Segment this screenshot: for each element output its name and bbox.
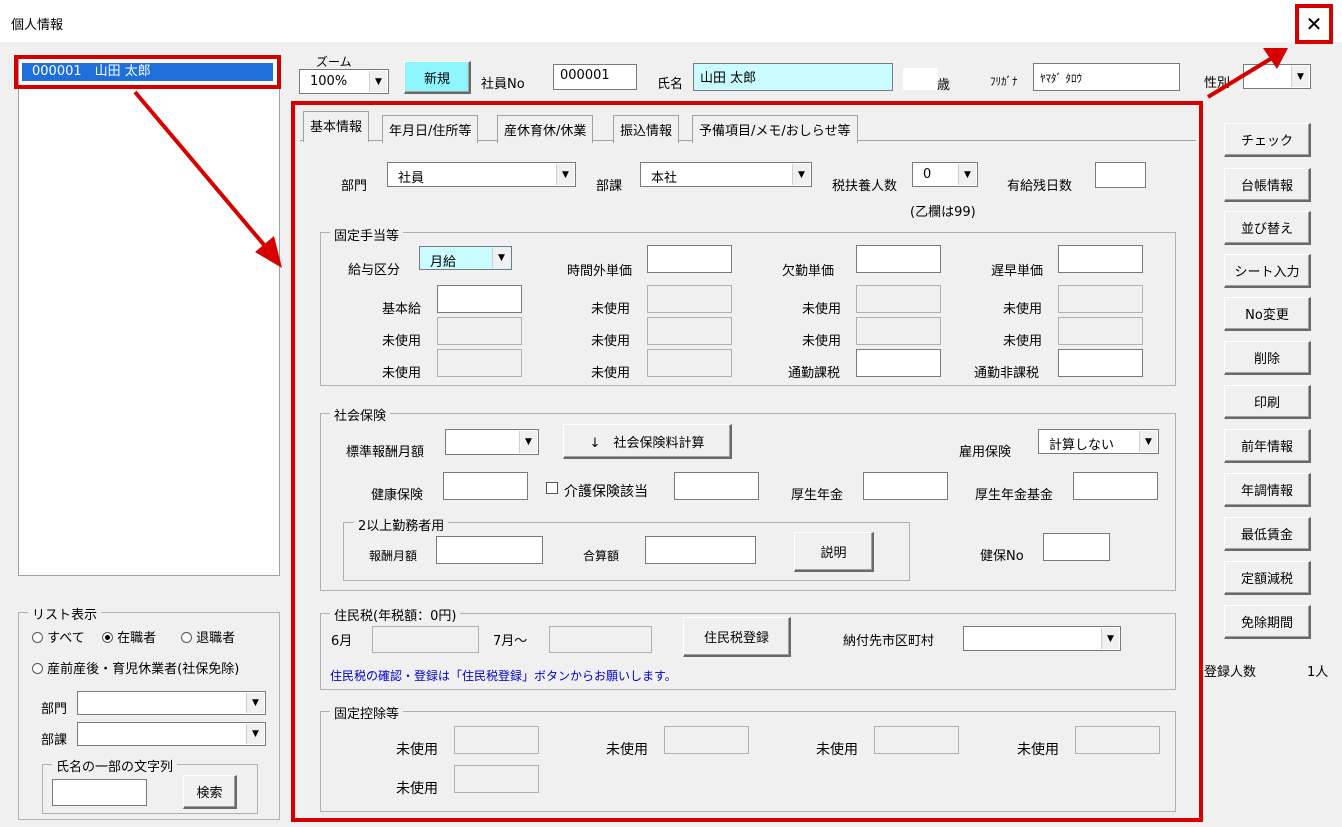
zoom-label: ズーム bbox=[316, 55, 352, 69]
list-dept-select[interactable]: ▼ bbox=[77, 691, 266, 715]
radio-retired[interactable]: 退職者 bbox=[181, 627, 235, 646]
count-value: 1人 bbox=[1307, 665, 1329, 680]
window-title: 個人情報 bbox=[11, 18, 64, 33]
ledger-button[interactable]: 台帳情報 bbox=[1224, 168, 1311, 202]
no-change-button[interactable]: No変更 bbox=[1224, 297, 1311, 331]
name-field[interactable]: 山田 太郎 bbox=[693, 63, 893, 91]
age-unit: 歳 bbox=[937, 78, 951, 93]
list-section-select[interactable]: ▼ bbox=[77, 722, 266, 746]
search-legend: 氏名の一部の文字列 bbox=[52, 756, 178, 775]
new-button[interactable]: 新規 bbox=[404, 61, 471, 94]
chevron-down-icon: ▼ bbox=[1291, 66, 1309, 87]
chevron-down-icon: ▼ bbox=[246, 724, 264, 744]
min-wage-button[interactable]: 最低賃金 bbox=[1224, 517, 1311, 551]
name-label: 氏名 bbox=[657, 77, 684, 92]
age-field bbox=[903, 68, 938, 90]
year-end-button[interactable]: 年調情報 bbox=[1224, 473, 1311, 507]
count-label: 登録人数 bbox=[1204, 665, 1257, 680]
kana-field[interactable]: ﾔﾏﾀﾞ ﾀﾛｳ bbox=[1033, 63, 1180, 91]
check-button[interactable]: チェック bbox=[1224, 123, 1311, 157]
search-button[interactable]: 検索 bbox=[183, 775, 237, 809]
list-dept-label: 部門 bbox=[41, 702, 68, 717]
radio-leave-label: 産前産後・育児休業者(社保免除) bbox=[47, 662, 240, 677]
emp-no-label: 社員No bbox=[481, 77, 525, 92]
zoom-select[interactable]: 100% ▼ bbox=[299, 69, 389, 94]
radio-all[interactable]: すべて bbox=[32, 627, 85, 646]
radio-active[interactable]: 在職者 bbox=[102, 627, 156, 646]
employee-listbox[interactable] bbox=[18, 55, 280, 576]
window: 個人情報 ✕ 000001 山田 太郎 リスト表示 すべて 在職者 退職者 産前… bbox=[0, 0, 1342, 827]
prev-year-button[interactable]: 前年情報 bbox=[1224, 429, 1311, 463]
zoom-value: 100% bbox=[310, 74, 348, 89]
list-section-label: 部課 bbox=[41, 733, 68, 748]
exemption-period-button[interactable]: 免除期間 bbox=[1224, 605, 1311, 639]
emp-no-field[interactable]: 000001 bbox=[553, 64, 637, 90]
radio-all-icon bbox=[32, 632, 43, 643]
close-icon: ✕ bbox=[1305, 12, 1323, 36]
tab-panel-highlight bbox=[291, 101, 1203, 822]
radio-leave[interactable]: 産前産後・育児休業者(社保免除) bbox=[32, 658, 239, 677]
tax-reduction-button[interactable]: 定額減税 bbox=[1224, 561, 1311, 595]
gender-label: 性別 bbox=[1204, 76, 1231, 91]
radio-retired-label: 退職者 bbox=[196, 631, 236, 646]
radio-active-label: 在職者 bbox=[117, 631, 157, 646]
search-input[interactable] bbox=[52, 779, 147, 806]
radio-retired-icon bbox=[181, 632, 192, 643]
radio-leave-icon bbox=[32, 663, 43, 674]
sheet-input-button[interactable]: シート入力 bbox=[1224, 254, 1311, 288]
chevron-down-icon: ▼ bbox=[369, 71, 387, 92]
gender-select[interactable]: ▼ bbox=[1243, 64, 1311, 89]
sort-button[interactable]: 並び替え bbox=[1224, 211, 1311, 245]
list-item[interactable]: 000001 山田 太郎 bbox=[22, 63, 273, 81]
delete-button[interactable]: 削除 bbox=[1224, 341, 1311, 375]
print-button[interactable]: 印刷 bbox=[1224, 385, 1311, 419]
radio-active-icon bbox=[102, 632, 113, 643]
title-bar: 個人情報 ✕ bbox=[0, 0, 1342, 44]
chevron-down-icon: ▼ bbox=[246, 693, 264, 713]
kana-label: ﾌﾘｶﾞﾅ bbox=[990, 75, 1018, 88]
radio-all-label: すべて bbox=[47, 631, 85, 646]
close-button[interactable]: ✕ bbox=[1295, 4, 1333, 44]
list-display-legend: リスト表示 bbox=[28, 604, 102, 623]
employee-list-selection-highlight: 000001 山田 太郎 bbox=[14, 55, 281, 89]
